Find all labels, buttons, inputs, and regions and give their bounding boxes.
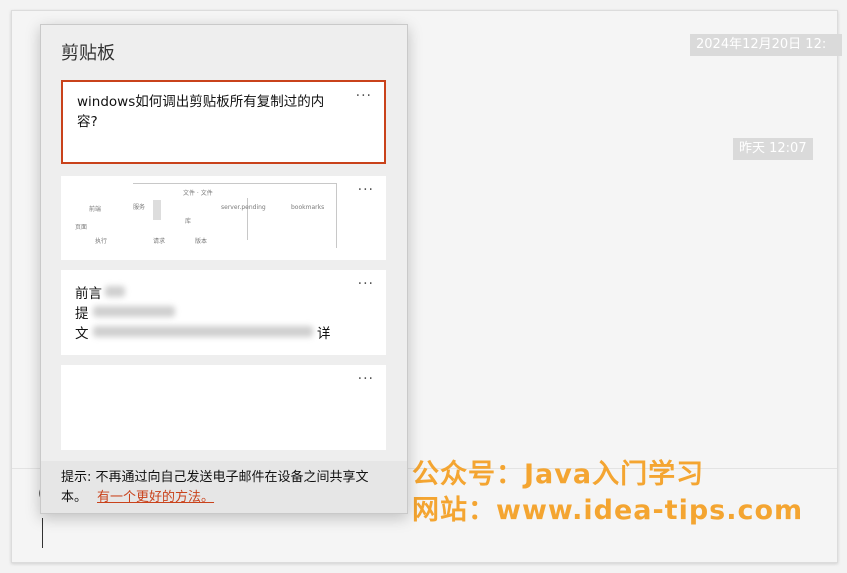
watermark-text: 网站：www.idea-tips.com (412, 495, 804, 526)
clipboard-item[interactable]: 文件 · 文件 前端 服务 server.pending bookmarks 页… (61, 176, 386, 260)
clipboard-item-line: 前言 (75, 286, 102, 302)
thumb-title: 文件 · 文件 (183, 190, 213, 197)
tip-text: 提示: 不再通过向自己发送电子邮件在设备之间共享文本。 有一个更好的方法。 (61, 468, 391, 508)
clipboard-title: 剪贴板 (61, 43, 115, 64)
clipboard-image-thumbnail: 文件 · 文件 前端 服务 server.pending bookmarks 页… (71, 180, 337, 250)
more-options-icon[interactable]: ··· (358, 182, 374, 198)
clipboard-tip: 提示: 不再通过向自己发送电子邮件在设备之间共享文本。 有一个更好的方法。 (41, 461, 407, 513)
clipboard-item-text: windows如何调出剪贴板所有复制过的内容? (77, 94, 325, 130)
tip-link[interactable]: 有一个更好的方法。 (97, 490, 214, 505)
timestamp-badge: 2024年12月20日 12: (690, 34, 842, 56)
more-options-icon[interactable]: ··· (356, 88, 372, 104)
timestamp-badge: 昨天 12:07 (733, 138, 813, 160)
clipboard-item[interactable]: 前言 提 文 详 ··· (61, 270, 386, 355)
clipboard-item[interactable]: ··· (61, 365, 386, 450)
more-options-icon[interactable]: ··· (358, 371, 374, 387)
clipboard-item-line: 详 (317, 326, 331, 342)
clipboard-item-line: 文 (75, 326, 89, 342)
watermark-text: 公众号：Java入门学习 (412, 459, 705, 490)
more-options-icon[interactable]: ··· (358, 276, 374, 292)
clipboard-panel: 剪贴板 windows如何调出剪贴板所有复制过的内容? ··· 文件 · 文件 … (40, 24, 408, 514)
clipboard-item[interactable]: windows如何调出剪贴板所有复制过的内容? ··· (61, 80, 386, 164)
clipboard-item-line: 提 (75, 306, 89, 322)
text-cursor[interactable] (42, 518, 43, 548)
